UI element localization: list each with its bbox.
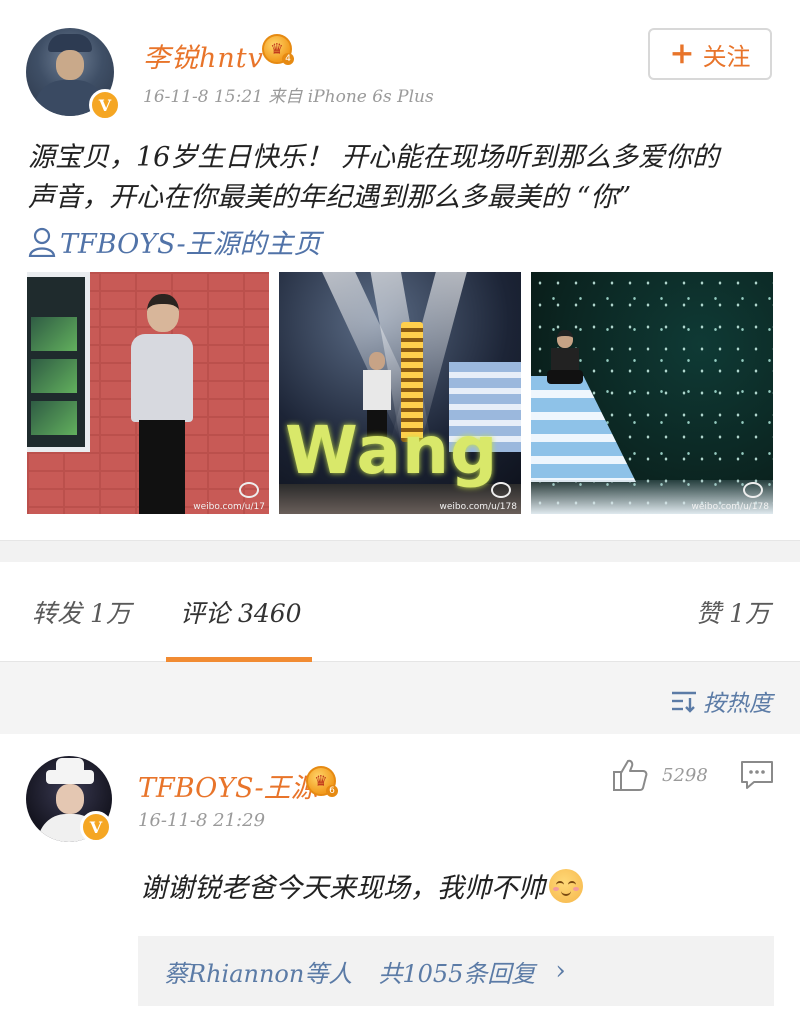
sort-label: 按热度 (703, 691, 772, 717)
photo-thumbnail-3[interactable]: weibo.com/u/178 (531, 272, 773, 514)
comment-item: V TFBOYS-王源 ♛ 6 16-11-8 21:29 5298 谢谢锐老爸今… (0, 734, 800, 1027)
figure-head (369, 352, 385, 370)
figure-torso (131, 334, 193, 422)
emoji-mouth (561, 889, 571, 896)
follow-button[interactable]: + 关注 (648, 28, 772, 80)
figure-legs (547, 370, 583, 384)
section-divider (0, 540, 800, 562)
avatar-face (56, 50, 84, 80)
figure-torso (363, 370, 391, 410)
post-text-line-1: 源宝贝，16岁生日快乐！ 开心能在现场听到那么多爱你的 (28, 142, 719, 173)
avatar-hat-brim (46, 770, 94, 784)
sort-by-hot-button[interactable]: 按热度 (671, 684, 772, 718)
window-pane (31, 401, 77, 435)
post-meta: 16-11-8 15:21 来自 iPhone 6s Plus (143, 87, 434, 107)
emoji-cheek (553, 886, 559, 891)
follow-label: 关注 (702, 42, 751, 71)
crown-level: 6 (326, 785, 338, 797)
verified-badge-icon: V (80, 811, 112, 843)
photo-watermark: weibo.com/u/17 (193, 502, 265, 512)
comment-like-button[interactable]: 5298 (612, 758, 708, 792)
weibo-post: V 李锐hntv ♛ 4 16-11-8 15:21 来自 iPhone 6s P… (0, 0, 800, 540)
commenter-name[interactable]: TFBOYS-王源 (138, 766, 318, 805)
avatar-face (56, 784, 84, 814)
figure-legs (139, 420, 185, 514)
photo-grid: weibo.com/u/17 Wang weibo.com/u/178 weib… (27, 272, 773, 514)
tab-comment[interactable]: 评论 3460 (180, 594, 302, 630)
figure-head (557, 330, 573, 348)
crown-level: 4 (282, 53, 294, 65)
comment-text: 谢谢锐老爸今天来现场，我帅不帅 (140, 866, 583, 905)
chevron-right-icon: › (555, 956, 566, 986)
weibo-watermark-icon (239, 482, 259, 498)
thumbs-up-icon (613, 759, 648, 791)
post-text-line-2: 声音，开心在你最美的年纪遇到那么多最美的 “你” (28, 182, 632, 213)
seated-singer-figure (545, 330, 585, 390)
window-pane (31, 359, 77, 393)
photo-watermark: weibo.com/u/178 (439, 502, 518, 512)
comment-like-count: 5298 (662, 764, 708, 786)
emoji-cheek (573, 886, 579, 891)
sort-icon (672, 691, 696, 713)
post-body: 源宝贝，16岁生日快乐！ 开心能在现场听到那么多爱你的 声音，开心在你最美的年纪… (28, 138, 778, 218)
tab-repost[interactable]: 转发 1万 (32, 594, 131, 630)
tab-like[interactable]: 赞 1万 (696, 594, 770, 630)
figure-torso (551, 348, 579, 372)
figure-head (147, 294, 179, 332)
photo-thumbnail-1[interactable]: weibo.com/u/17 (27, 272, 269, 514)
reply-comment-icon[interactable] (740, 760, 774, 790)
replies-count: 共1055条回复 (378, 959, 536, 988)
replies-participants: 蔡Rhiannon等人 (164, 959, 353, 988)
shy-smile-emoji-icon (549, 868, 583, 903)
user-outline-icon (28, 227, 56, 257)
vip-crown-icon: ♛ 6 (306, 766, 338, 797)
photo-thumbnail-2[interactable]: Wang weibo.com/u/178 (279, 272, 521, 514)
interaction-tabs: 转发 1万 评论 3460 赞 1万 (0, 562, 800, 662)
singer-figure (127, 294, 197, 514)
weibo-watermark-icon (491, 482, 511, 498)
comment-text-body: 谢谢锐老爸今天来现场，我帅不帅 (140, 873, 545, 904)
weibo-watermark-icon (743, 482, 763, 498)
sort-bar: 按热度 (0, 662, 800, 734)
light-sign: Wang (285, 412, 499, 489)
topic-link[interactable]: TFBOYS-王源的主页 (28, 222, 321, 261)
window-pane (31, 317, 77, 351)
topic-link-label: TFBOYS-王源的主页 (60, 229, 321, 260)
comment-time: 16-11-8 21:29 (138, 810, 266, 831)
window-frame (27, 272, 90, 452)
plus-icon: + (669, 36, 695, 71)
vip-crown-icon: ♛ 4 (262, 34, 294, 65)
verified-badge-icon: V (89, 89, 121, 121)
view-replies-link[interactable]: 蔡Rhiannon等人 共1055条回复 › (138, 936, 774, 1006)
post-author-name[interactable]: 李锐hntv (143, 36, 264, 75)
photo-watermark: weibo.com/u/178 (691, 502, 770, 512)
